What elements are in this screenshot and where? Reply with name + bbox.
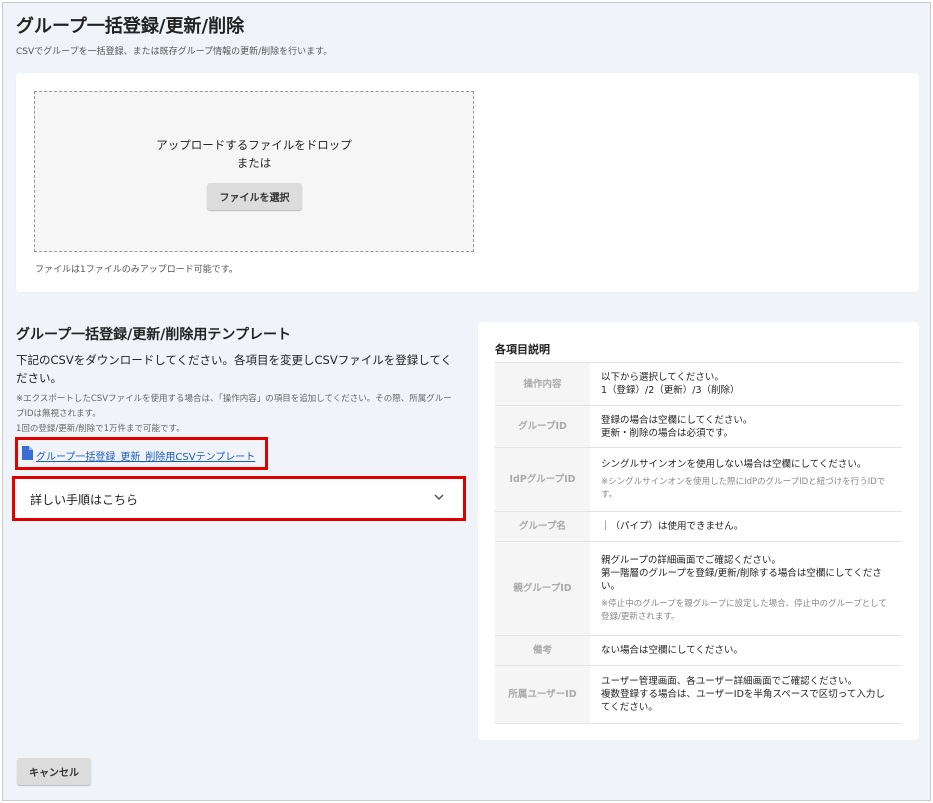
table-row: 親グループID 親グループの詳細画面でご確認ください。 第一階層のグループを登録… [495,541,902,636]
field-key: グループID [495,405,590,448]
field-value: ない場合は空欄にしてください。 [590,635,902,666]
select-file-button[interactable]: ファイルを選択 [207,183,302,210]
table-row: 操作内容 以下から選択してください。 1（登録）/2（更新）/3（削除） [495,362,902,406]
field-description-table: 操作内容 以下から選択してください。 1（登録）/2（更新）/3（削除） グルー… [495,362,902,724]
field-key: 親グループID [495,541,590,636]
template-description: 下記のCSVをダウンロードしてください。各項目を変更しCSVファイルを登録してく… [16,353,453,385]
field-value: 親グループの詳細画面でご確認ください。 第一階層のグループを登録/更新/削除する… [590,541,902,636]
chevron-down-icon [434,494,444,501]
upload-card: アップロードするファイルをドロップ または ファイルを選択 ファイルは1ファイル… [16,73,919,292]
drop-instruction: アップロードするファイルをドロップ [156,138,352,152]
field-key: 所属ユーザーID [495,665,590,724]
upload-note: ファイルは1ファイルのみアップロード可能です。 [35,265,238,275]
drop-or-text: または [236,156,272,170]
table-row: グループ名 ｜（パイプ）は使用できません。 [495,511,902,542]
field-subnote: ※シングルサインオンを使用した際にIdPのグループIDと紐づけを行うIDです。 [601,476,886,500]
field-value: ｜（パイプ）は使用できません。 [590,511,902,542]
field-value: ユーザー管理画面、各ユーザー詳細画面でご確認ください。 複数登録する場合は、ユー… [590,665,902,724]
template-note-export: ※エクスポートしたCSVファイルを使用する場合は、「操作内容」の項目を追加してく… [16,394,452,419]
page-frame: グループ一括登録/更新/削除 CSVでグループを一括登録、または既存グループ情報… [2,2,931,801]
field-key: IdPグループID [495,447,590,512]
field-value: シングルサインオンを使用しない場合は空欄にしてください。 ※シングルサインオンを… [590,447,902,512]
table-row: IdPグループID シングルサインオンを使用しない場合は空欄にしてください。 ※… [495,447,902,512]
cancel-button[interactable]: キャンセル [17,758,91,785]
download-link-highlight: グループ一括登録_更新_削除用CSVテンプレート [15,437,268,470]
template-note: ※エクスポートしたCSVファイルを使用する場合は、「操作内容」の項目を追加してく… [16,392,456,437]
table-row: 備考 ない場合は空欄にしてください。 [495,635,902,666]
document-icon [22,446,33,460]
field-key: 備考 [495,635,590,666]
field-subnote: ※停止中のグループを親グループに設定した場合、停止中のグループとして登録/更新さ… [601,598,887,622]
page-description: CSVでグループを一括登録、または既存グループ情報の更新/削除を行います。 [16,47,333,57]
page-title: グループ一括登録/更新/削除 [16,16,245,37]
instructions-accordion[interactable]: 詳しい手順はこちら [12,476,466,521]
field-value: 以下から選択してください。 1（登録）/2（更新）/3（削除） [590,362,902,406]
template-note-limit: 1回の登録/更新/削除で1万件まで可能です。 [16,424,185,434]
file-dropzone[interactable]: アップロードするファイルをドロップ または ファイルを選択 [34,91,474,252]
template-title: グループ一括登録/更新/削除用テンプレート [16,327,291,343]
field-description-card: 各項目説明 操作内容 以下から選択してください。 1（登録）/2（更新）/3（削… [478,322,919,740]
accordion-label: 詳しい手順はこちら [30,493,139,507]
csv-template-download-link[interactable]: グループ一括登録_更新_削除用CSVテンプレート [36,448,255,463]
field-key: 操作内容 [495,362,590,406]
field-key: グループ名 [495,511,590,542]
field-value: 登録の場合は空欄にしてください。 更新・削除の場合は必須です。 [590,405,902,448]
table-row: グループID 登録の場合は空欄にしてください。 更新・削除の場合は必須です。 [495,405,902,448]
table-row: 所属ユーザーID ユーザー管理画面、各ユーザー詳細画面でご確認ください。 複数登… [495,665,902,724]
field-description-title: 各項目説明 [495,343,550,356]
